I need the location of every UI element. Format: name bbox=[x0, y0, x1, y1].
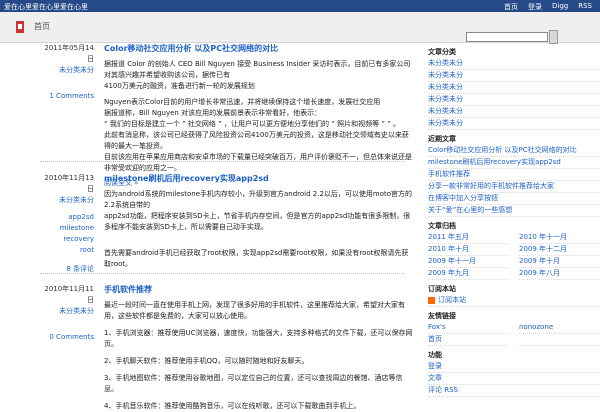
meta-link[interactable]: 评论 RSS bbox=[428, 385, 600, 397]
meta-link[interactable]: 文章 bbox=[428, 373, 600, 385]
post-para: Nguyen表示Color目前的用户增长非常迅速，并将继续保持这个增长速度，发展… bbox=[104, 98, 381, 106]
post-meta: 2010年11月13日 未分类未分 app2sd milestone recov… bbox=[40, 173, 94, 275]
home-title[interactable]: 首页 bbox=[34, 21, 50, 32]
category-item[interactable]: 未分类未分 bbox=[428, 82, 600, 94]
archive-link[interactable]: 2009 年十一月 bbox=[428, 256, 509, 268]
sidebar: 文章分类 未分类未分 未分类未分 未分类未分 未分类未分 未分类未分 未分类未分… bbox=[428, 43, 600, 397]
post-title[interactable]: Color移动社交应用分析 以及PC社交网络的对比 bbox=[104, 43, 414, 54]
archive-link[interactable]: 2009 年十月 bbox=[519, 256, 600, 268]
post-body: Color移动社交应用分析 以及PC社交网络的对比 据报道 Color 的创始人… bbox=[104, 43, 414, 189]
post-comments[interactable]: 1 Comments bbox=[40, 91, 94, 102]
post-para: 此前有消息称，该公司已经获得了风险投资公司4100万美元的投资，这是移动社交领域… bbox=[104, 131, 409, 150]
post-para: 4100万美元的融资，准备进行新一轮的发展规划 bbox=[104, 82, 255, 90]
post-tag[interactable]: recovery bbox=[40, 234, 94, 245]
post-para: 最近一段时间一直在使用手机上网，发现了很多好用的手机软件，这里推荐给大家，希望对… bbox=[104, 301, 405, 320]
recent-post-link[interactable]: 手机软件推荐 bbox=[428, 169, 600, 181]
post-category[interactable]: 未分类未分 bbox=[40, 195, 94, 206]
post-para: 据报道 Color 的创始人 CEO Bill Nguyen 接受 Busine… bbox=[104, 60, 411, 79]
site-title[interactable]: 爱在心里爱在心里爱在心里 bbox=[4, 2, 88, 12]
search-button[interactable] bbox=[549, 30, 558, 44]
post-divider bbox=[40, 161, 404, 162]
feed-label: 订阅本站 bbox=[438, 296, 466, 304]
site-header: 首页 bbox=[0, 12, 600, 44]
post-para: 据报道称，Bill Nguyen 对该应用的发展前景表示非常看好，他表示： bbox=[104, 109, 322, 117]
post-title[interactable]: milestone刷机后用recovery实现app2sd bbox=[104, 173, 414, 184]
post-meta: 2011年05月14日 未分类未分 1 Comments bbox=[40, 43, 94, 102]
category-item[interactable]: 未分类未分 bbox=[428, 70, 600, 82]
post-divider bbox=[40, 273, 404, 274]
post-body: milestone刷机后用recovery实现app2sd 因为android系… bbox=[104, 173, 414, 270]
post-para: 首先需要android手机已经获取了root权限，实现app2sd需要root权… bbox=[104, 249, 409, 268]
category-item[interactable]: 未分类未分 bbox=[428, 118, 600, 130]
friend-link[interactable]: Fox's bbox=[428, 322, 509, 334]
links-heading: 友情链接 bbox=[428, 312, 456, 320]
recent-post-link[interactable]: Color移动社交应用分析 以及PC社交网络的对比 bbox=[428, 145, 600, 157]
post-category[interactable]: 未分类未分 bbox=[40, 306, 94, 317]
archive-link[interactable]: 2010 年十月 bbox=[428, 244, 509, 256]
post-date: 2010年11月13日 bbox=[44, 174, 94, 193]
category-item[interactable]: 未分类未分 bbox=[428, 106, 600, 118]
meta-heading: 功能 bbox=[428, 351, 442, 359]
recent-heading: 近期文章 bbox=[428, 135, 456, 143]
archive-link[interactable]: 2011 年五月 bbox=[428, 232, 509, 244]
archive-grid: 2011 年五月 2010 年十一月 2010 年十月 2009 年十二月 20… bbox=[428, 232, 600, 280]
categories-heading: 文章分类 bbox=[428, 48, 456, 56]
archive-link[interactable]: 2009 年九月 bbox=[428, 268, 509, 280]
recent-post-link[interactable]: milestone刷机后用recovery实现app2sd bbox=[428, 157, 600, 169]
post-title[interactable]: 手机软件推荐 bbox=[104, 284, 414, 295]
feed-heading: 订阅本站 bbox=[428, 285, 456, 293]
meta-link[interactable]: 登录 bbox=[428, 361, 600, 373]
archive-link[interactable]: 2009 年八月 bbox=[519, 268, 600, 280]
links-grid: Fox's nonozone 首页 bbox=[428, 322, 600, 346]
post-para: 1、手机浏览器：推荐使用UC浏览器，速度快，功能强大，支持多种格式的文件下载，还… bbox=[104, 329, 413, 348]
post-tag[interactable]: root bbox=[40, 245, 94, 256]
archive-link[interactable]: 2009 年十二月 bbox=[519, 244, 600, 256]
friend-link[interactable]: 首页 bbox=[428, 334, 509, 346]
nav-home[interactable]: 首页 bbox=[504, 2, 518, 12]
post-para: 目前该应用在苹果应用商店和安卓市场的下载量已经突破百万，用户评价褒贬不一，但总体… bbox=[104, 153, 412, 172]
post-para: “ 我们的目标是建立一个 ” 社交网络 ” ，让用户可以更方便地分享他们的 ” … bbox=[104, 120, 401, 128]
site-logo[interactable] bbox=[16, 21, 24, 33]
friend-link[interactable] bbox=[519, 334, 600, 346]
post-body: 手机软件推荐 最近一段时间一直在使用手机上网，发现了很多好用的手机软件，这里推荐… bbox=[104, 284, 414, 412]
post-para: 2、手机聊天软件：推荐使用手机QQ，可以随时随地和好友聊天。 bbox=[104, 357, 309, 365]
nav-digg[interactable]: Digg bbox=[552, 2, 568, 12]
post-category[interactable]: 未分类未分 bbox=[40, 65, 94, 76]
friend-link[interactable]: nonozone bbox=[519, 322, 600, 334]
top-bar: 爱在心里爱在心里爱在心里 首页 登录 Digg RSS bbox=[0, 0, 600, 12]
post-date: 2010年11月11日 bbox=[44, 285, 94, 304]
recent-post-link[interactable]: 分享一款非常好用的手机软件推荐给大家 bbox=[428, 181, 600, 193]
feed-link[interactable]: 订阅本站 bbox=[428, 295, 600, 307]
post-para: 3、手机地图软件：推荐使用谷歌地图，可以定位自己的位置，还可以查找周边的餐馆、酒… bbox=[104, 374, 403, 393]
category-item[interactable]: 未分类未分 bbox=[428, 58, 600, 70]
nav-login[interactable]: 登录 bbox=[528, 2, 542, 12]
nav-rss[interactable]: RSS bbox=[578, 2, 592, 12]
archive-link[interactable]: 2010 年十一月 bbox=[519, 232, 600, 244]
post-tag[interactable]: milestone bbox=[40, 223, 94, 234]
top-nav: 首页 登录 Digg RSS bbox=[504, 2, 592, 12]
rss-icon bbox=[428, 296, 435, 304]
post-tag[interactable]: app2sd bbox=[40, 212, 94, 223]
post-date: 2011年05月14日 bbox=[44, 44, 94, 63]
post-comments[interactable]: 0 Comments bbox=[40, 332, 94, 343]
recent-post-link[interactable]: 关于“爱”在心里的一些感想 bbox=[428, 205, 600, 217]
archive-heading: 文章归档 bbox=[428, 222, 456, 230]
post-para: 4、手机音乐软件：推荐使用酷狗音乐，可以在线听歌，还可以下载歌曲到手机上。 bbox=[104, 402, 361, 410]
category-item[interactable]: 未分类未分 bbox=[428, 94, 600, 106]
search-input[interactable] bbox=[466, 32, 548, 42]
recent-post-link[interactable]: 在博客中加入分享按钮 bbox=[428, 193, 600, 205]
post-para: app2sd功能，把程序安装到SD卡上，节省手机内存空间，但是官方的app2sd… bbox=[104, 212, 411, 231]
post-meta: 2010年11月11日 未分类未分 0 Comments bbox=[40, 284, 94, 343]
post-para: 因为android系统的milestone手机内存较小，升级到官方android… bbox=[104, 190, 413, 209]
